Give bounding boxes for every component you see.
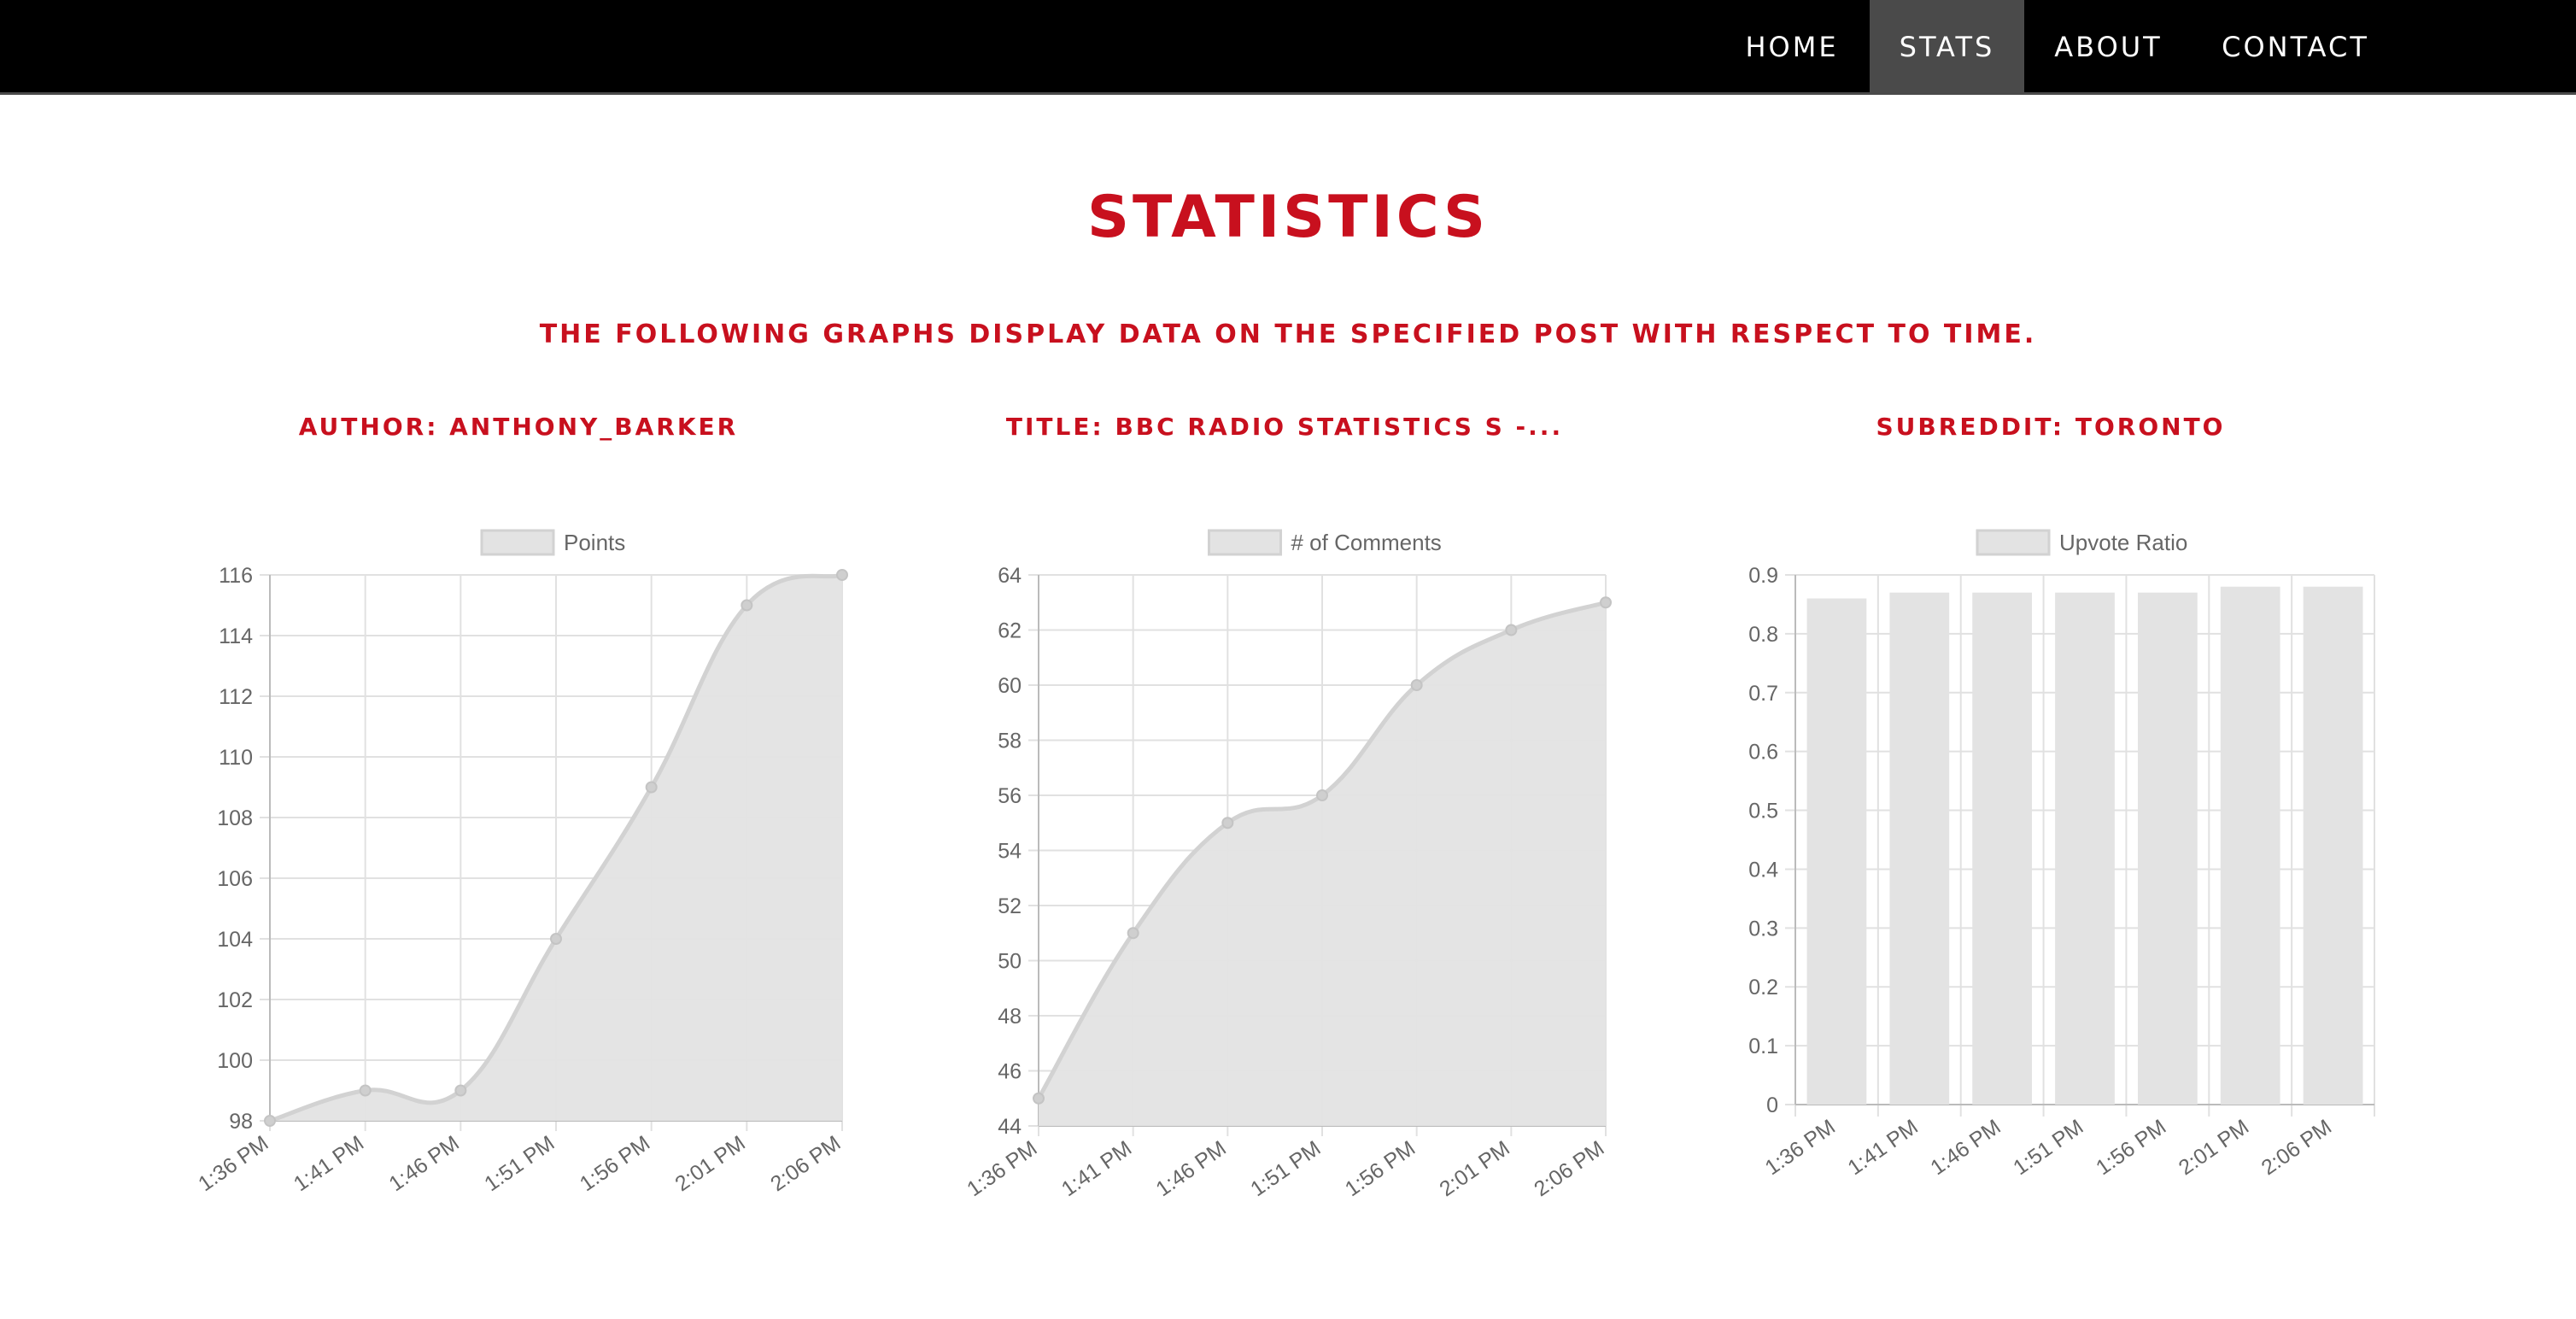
post-title-heading: TITLE: BBC RADIO STATISTICS S -...: [1005, 413, 1564, 441]
y-tick-label: 0.6: [1748, 741, 1778, 765]
x-tick-label: 1:41 PM: [290, 1131, 368, 1196]
legend-label: Upvote Ratio: [2059, 530, 2187, 555]
x-tick-label: 1:36 PM: [194, 1131, 272, 1196]
bar: [2137, 592, 2198, 1105]
y-tick-label: 0: [1766, 1093, 1778, 1117]
y-tick-label: 116: [219, 564, 253, 588]
nav-home-link[interactable]: HOME: [1727, 0, 1857, 95]
chart-legend: Upvote Ratio: [1976, 529, 2187, 556]
data-point: [359, 1084, 372, 1097]
x-tick-label: 1:56 PM: [576, 1131, 654, 1196]
comments-line-chart: # of Comments 44 46 48 50 52 54 56 58 60 62 64 1:36 …: [963, 529, 1612, 1201]
x-tick-label: 2:01 PM: [2175, 1115, 2253, 1180]
data-point: [741, 599, 753, 612]
legend-label: Points: [564, 530, 625, 555]
y-tick-label: 0.3: [1748, 917, 1778, 941]
x-tick-label: 1:46 PM: [384, 1131, 463, 1196]
x-tick-label: 1:41 PM: [1843, 1115, 1922, 1180]
y-tick-label: 0.7: [1748, 682, 1778, 706]
bar: [2220, 586, 2280, 1105]
page-title: STATISTICS: [1087, 184, 1489, 251]
chart-legend: # of Comments: [1208, 529, 1442, 556]
points-line-chart: Points 98 100 102 104 106 108 110 112 114 116 1:36 …: [194, 529, 848, 1196]
nav-about-link[interactable]: ABOUT: [2041, 0, 2175, 95]
upvote-ratio-bar-chart: Upvote Ratio 0 0.1 0.2 0.3 0.4 0.5 0.6 0.7 0.8 0.9…: [1748, 529, 2375, 1180]
y-tick-label: 108: [217, 806, 253, 830]
data-point: [1033, 1092, 1045, 1105]
x-tick-label: 1:46 PM: [1151, 1136, 1230, 1201]
x-tick-label: 2:06 PM: [766, 1131, 845, 1196]
chart-legend: Points: [480, 529, 625, 556]
x-tick-label: 1:36 PM: [963, 1136, 1041, 1201]
x-tick-label: 2:06 PM: [1530, 1136, 1608, 1201]
bar: [1972, 592, 2033, 1105]
legend-label: # of Comments: [1291, 530, 1442, 555]
x-tick-label: 1:56 PM: [1341, 1136, 1420, 1201]
bar: [1806, 598, 1867, 1105]
legend-swatch: [1976, 529, 2051, 556]
data-point: [1127, 927, 1139, 940]
y-tick-label: 62: [998, 619, 1022, 643]
x-tick-label: 2:01 PM: [1435, 1136, 1513, 1201]
author-heading: AUTHOR: ANTHONY_BARKER: [298, 413, 739, 441]
x-tick-label: 2:01 PM: [670, 1131, 749, 1196]
y-tick-label: 60: [998, 674, 1022, 698]
y-tick-label: 0.1: [1748, 1035, 1778, 1058]
x-tick-label: 2:06 PM: [2257, 1115, 2336, 1180]
y-tick-label: 56: [998, 784, 1022, 808]
data-point: [454, 1084, 467, 1097]
data-point: [836, 569, 848, 581]
y-tick-label: 98: [229, 1110, 253, 1134]
x-tick-label: 1:51 PM: [2009, 1115, 2087, 1180]
y-tick-label: 0.5: [1748, 800, 1778, 824]
data-point: [1221, 817, 1234, 830]
y-tick-label: 106: [217, 867, 253, 891]
x-tick-label: 1:56 PM: [2092, 1115, 2170, 1180]
x-tick-label: 1:51 PM: [1246, 1136, 1325, 1201]
y-tick-label: 48: [998, 1005, 1022, 1029]
data-point: [550, 933, 562, 945]
y-tick-label: 100: [217, 1049, 253, 1073]
y-tick-label: 64: [998, 564, 1022, 588]
nav-stats-link[interactable]: STATS: [1870, 0, 2024, 95]
x-tick-label: 1:51 PM: [480, 1131, 559, 1196]
y-tick-label: 50: [998, 950, 1022, 974]
y-tick-label: 0.8: [1748, 623, 1778, 647]
data-point: [1505, 624, 1518, 636]
legend-swatch: [1208, 529, 1282, 556]
navbar: HOME STATS ABOUT CONTACT: [0, 0, 2576, 95]
legend-swatch: [480, 529, 555, 556]
y-tick-label: 58: [998, 730, 1022, 753]
y-tick-label: 104: [217, 928, 253, 952]
bar: [1889, 592, 1950, 1105]
y-tick-label: 46: [998, 1060, 1022, 1084]
y-tick-label: 114: [219, 624, 253, 648]
data-point: [1410, 679, 1423, 691]
y-tick-label: 110: [219, 746, 253, 770]
y-tick-label: 112: [219, 685, 253, 709]
y-tick-label: 52: [998, 894, 1022, 918]
x-tick-label: 1:41 PM: [1057, 1136, 1136, 1201]
x-tick-label: 1:46 PM: [1926, 1115, 2005, 1180]
bar: [2303, 586, 2363, 1105]
y-tick-label: 102: [217, 988, 253, 1012]
bar: [2055, 592, 2115, 1105]
data-point: [264, 1115, 276, 1127]
nav-contact-link[interactable]: CONTACT: [2208, 0, 2383, 95]
y-tick-label: 0.9: [1748, 564, 1778, 588]
subreddit-heading: SUBREDDIT: TORONTO: [1876, 413, 2226, 441]
y-tick-label: 54: [998, 840, 1022, 864]
page-subtitle: THE FOLLOWING GRAPHS DISPLAY DATA ON THE…: [539, 319, 2037, 349]
data-point: [645, 781, 658, 794]
y-tick-label: 44: [998, 1115, 1022, 1139]
y-tick-label: 0.2: [1748, 976, 1778, 1000]
data-point: [1600, 596, 1612, 609]
data-point: [1316, 789, 1328, 801]
y-tick-label: 0.4: [1748, 858, 1778, 882]
x-tick-label: 1:36 PM: [1761, 1115, 1840, 1180]
